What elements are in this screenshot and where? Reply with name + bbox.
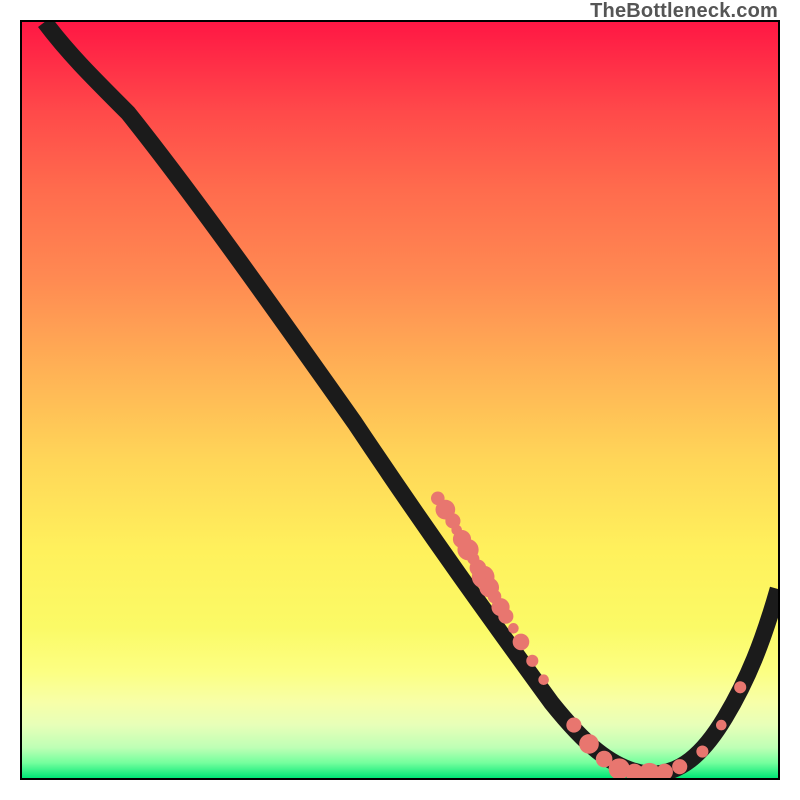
chart-canvas: TheBottleneck.com	[0, 0, 800, 800]
chart-svg	[22, 22, 778, 778]
bottleneck-curve	[45, 22, 778, 774]
chart-frame	[20, 20, 780, 780]
data-dots	[431, 491, 746, 778]
